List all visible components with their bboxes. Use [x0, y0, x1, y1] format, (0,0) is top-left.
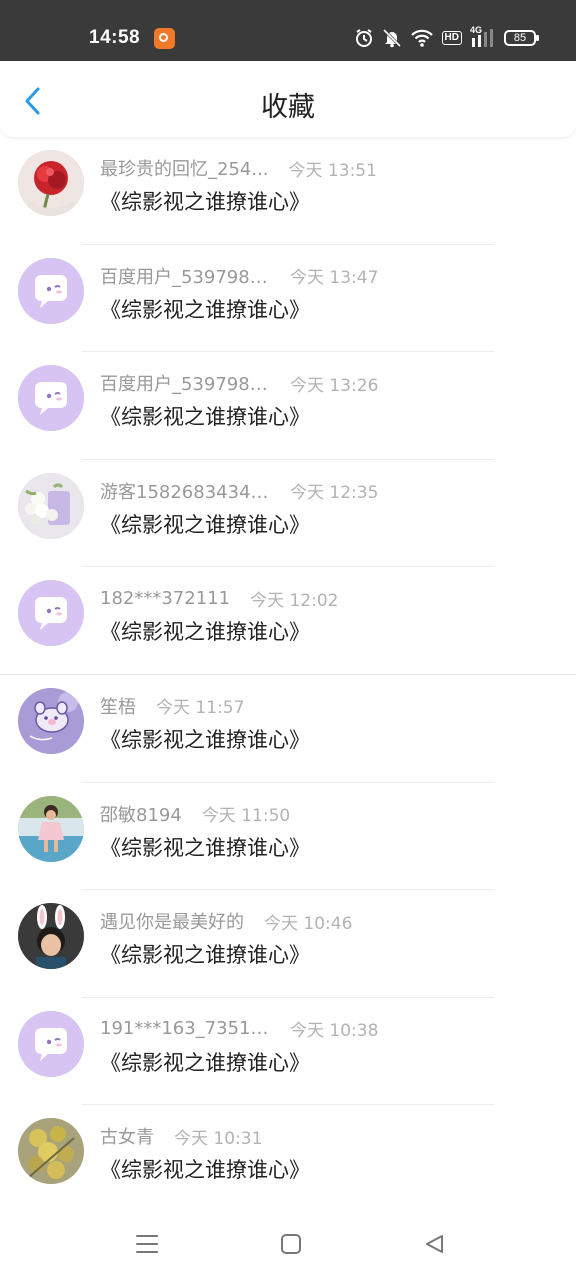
item-meta: 百度用户_5397989... 今天 13:26	[100, 371, 379, 396]
item-book-title: 《综影视之谁撩谁心》	[100, 512, 310, 537]
list-item[interactable]: 笙梧 今天 11:57 《综影视之谁撩谁心》	[0, 675, 576, 783]
alarm-icon	[354, 28, 374, 48]
avatar[interactable]	[18, 472, 84, 539]
item-book-title: 《综影视之谁撩谁心》	[100, 1050, 310, 1075]
item-book-title: 《综影视之谁撩谁心》	[100, 405, 310, 430]
app-notification-icon	[154, 28, 175, 49]
mute-bell-icon	[382, 28, 402, 48]
item-meta: 百度用户_5397989... 今天 13:47	[100, 264, 379, 289]
list-item[interactable]: 百度用户_5397989... 今天 13:47 《综影视之谁撩谁心》	[0, 245, 576, 353]
item-meta: 最珍贵的回忆_254... 今天 13:51	[100, 156, 377, 181]
avatar[interactable]	[18, 580, 84, 647]
avatar[interactable]	[18, 257, 84, 324]
item-username: 古女青	[100, 1127, 154, 1149]
wifi-icon	[410, 28, 434, 48]
item-meta: 游客15826834349... 今天 12:35	[100, 479, 379, 504]
item-time: 今天 12:35	[290, 483, 379, 504]
item-username: 笙梧	[100, 696, 136, 718]
item-book-title: 《综影视之谁撩谁心》	[100, 297, 310, 322]
list-item[interactable]: 古女青 今天 10:31 《综影视之谁撩谁心》	[0, 1105, 576, 1213]
signal-4g-icon: 4G	[470, 25, 496, 48]
item-meta: 182***372111 今天 12:02	[100, 586, 339, 611]
item-book-title: 《综影视之谁撩谁心》	[100, 620, 310, 645]
avatar[interactable]	[18, 687, 84, 754]
list-item[interactable]: 182***372111 今天 12:02 《综影视之谁撩谁心》	[0, 567, 576, 675]
item-time: 今天 12:02	[250, 590, 339, 611]
item-time: 今天 11:50	[201, 806, 291, 827]
item-username: 百度用户_5397989...	[100, 266, 270, 288]
status-icons: HD 4G 85	[354, 25, 539, 49]
item-time: 今天 13:47	[290, 268, 379, 289]
square-home-icon	[281, 1234, 301, 1254]
menu-icon	[136, 1235, 158, 1253]
item-meta: 邵敏8194 今天 11:50	[100, 802, 291, 827]
list-item[interactable]: 百度用户_5397989... 今天 13:26 《综影视之谁撩谁心》	[0, 352, 576, 460]
item-username: 邵敏8194	[100, 804, 182, 826]
avatar[interactable]	[18, 903, 84, 970]
item-time: 今天 10:31	[174, 1128, 263, 1149]
avatar[interactable]	[18, 795, 84, 862]
avatar[interactable]	[18, 150, 84, 216]
system-nav-bar	[0, 1206, 576, 1280]
item-username: 百度用户_5397989...	[100, 374, 270, 396]
item-username: 191***163_73518...	[100, 1018, 270, 1040]
item-username: 遇见你是最美好的	[100, 912, 244, 934]
home-button[interactable]	[271, 1224, 311, 1264]
list-item[interactable]: 邵敏8194 今天 11:50 《综影视之谁撩谁心》	[0, 783, 576, 891]
item-time: 今天 11:57	[156, 698, 245, 719]
status-time: 14:58	[89, 27, 141, 48]
item-book-title: 《综影视之谁撩谁心》	[100, 835, 310, 860]
item-time: 今天 10:46	[264, 913, 353, 934]
list-item[interactable]: 191***163_73518... 今天 10:38 《综影视之谁撩谁心》	[0, 998, 576, 1106]
item-meta: 古女青 今天 10:31	[100, 1124, 263, 1149]
battery-indicator: 85	[504, 30, 539, 46]
item-meta: 191***163_73518... 今天 10:38	[100, 1017, 378, 1041]
item-book-title: 《综影视之谁撩谁心》	[100, 1158, 310, 1183]
status-bar: 14:58 HD 4G 85	[0, 0, 576, 61]
item-meta: 遇见你是最美好的 今天 10:46	[100, 909, 353, 934]
item-username: 182***372111	[100, 587, 231, 609]
item-time: 今天 13:51	[288, 160, 377, 181]
top-header: 收藏	[0, 61, 576, 137]
back-nav-button[interactable]	[414, 1224, 454, 1264]
item-book-title: 《综影视之谁撩谁心》	[100, 190, 310, 214]
list-item[interactable]: 遇见你是最美好的 今天 10:46 《综影视之谁撩谁心》	[0, 890, 576, 998]
page-title: 收藏	[261, 92, 315, 123]
menu-button[interactable]	[127, 1224, 167, 1264]
list-item[interactable]: 游客15826834349... 今天 12:35 《综影视之谁撩谁心》	[0, 460, 576, 568]
hd-badge: HD	[441, 31, 462, 45]
favorites-list: 最珍贵的回忆_254... 今天 13:51 《综影视之谁撩谁心》 百度用户_5…	[0, 137, 576, 1213]
item-meta: 笙梧 今天 11:57	[100, 694, 245, 719]
item-username: 最珍贵的回忆_254...	[100, 159, 269, 180]
item-book-title: 《综影视之谁撩谁心》	[100, 943, 310, 968]
triangle-back-icon	[426, 1235, 443, 1253]
list-item[interactable]: 最珍贵的回忆_254... 今天 13:51 《综影视之谁撩谁心》	[0, 137, 576, 245]
item-book-title: 《综影视之谁撩谁心》	[100, 727, 310, 752]
avatar[interactable]	[18, 365, 84, 432]
avatar[interactable]	[18, 1118, 84, 1185]
item-username: 游客15826834349...	[100, 481, 270, 503]
avatar[interactable]	[18, 1010, 84, 1077]
item-time: 今天 13:26	[290, 375, 379, 396]
item-time: 今天 10:38	[290, 1021, 379, 1042]
